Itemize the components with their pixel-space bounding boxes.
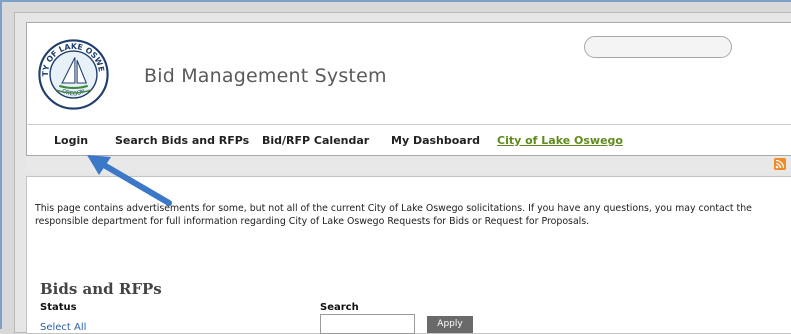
city-seal-logo[interactable]: CITY OF LAKE OSWEGO OREGON — [38, 39, 109, 110]
section-title: Bids and RFPs — [40, 280, 162, 298]
nav-dashboard[interactable]: My Dashboard — [391, 134, 480, 147]
nav-city-link[interactable]: City of Lake Oswego — [497, 134, 623, 147]
site-title: Bid Management System — [144, 65, 387, 87]
status-label: Status — [40, 302, 77, 313]
pointer-arrow — [87, 155, 172, 206]
rss-icon[interactable] — [774, 158, 786, 170]
nav-search-bids[interactable]: Search Bids and RFPs — [115, 134, 249, 147]
header-search-input[interactable] — [584, 36, 732, 58]
site-header: CITY OF LAKE OSWEGO OREGON Bid Managemen… — [26, 22, 791, 125]
window-frame: CITY OF LAKE OSWEGO OREGON Bid Managemen… — [0, 0, 791, 334]
nav-login[interactable]: Login — [54, 134, 88, 147]
search-label: Search — [320, 302, 359, 313]
page-container: CITY OF LAKE OSWEGO OREGON Bid Managemen… — [14, 12, 791, 334]
apply-button[interactable]: Apply — [427, 316, 473, 333]
bids-search-input[interactable] — [320, 314, 415, 334]
nav-calendar[interactable]: Bid/RFP Calendar — [262, 134, 369, 147]
select-all-link[interactable]: Select All — [40, 322, 86, 333]
